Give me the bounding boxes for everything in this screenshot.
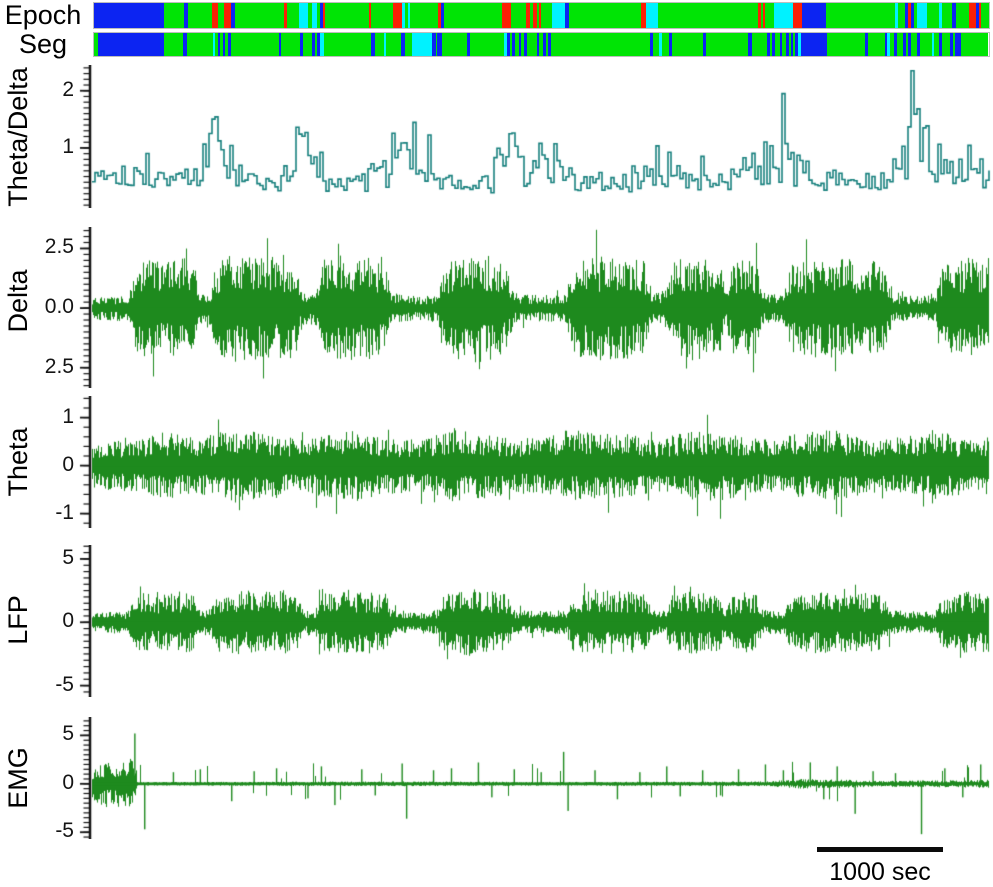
epoch-band-label: Epoch [4, 0, 82, 30]
emg-trace-canvas [78, 717, 993, 839]
band-segment [569, 3, 641, 28]
band-segment [672, 33, 703, 56]
theta-tick-label: -1 [55, 500, 74, 524]
band-segment [510, 3, 526, 28]
band-segment [646, 3, 658, 28]
band-segment [825, 3, 895, 28]
band-segment [163, 3, 185, 28]
tdr-tick-label: 1 [62, 134, 74, 158]
band-segment [867, 33, 885, 56]
band-segment [393, 3, 403, 28]
band-segment [97, 33, 164, 56]
band-segment [541, 3, 553, 28]
band-segment [188, 3, 212, 28]
band-segment [919, 33, 932, 56]
band-segment [961, 33, 989, 56]
tdr-trace-canvas [78, 65, 993, 208]
band-segment [186, 33, 213, 56]
emg-tick-label: 5 [62, 722, 74, 746]
band-segment [299, 3, 309, 28]
tdr-tick-label: 2 [62, 77, 74, 101]
band-segment [981, 3, 989, 28]
band-segment [526, 33, 537, 56]
band-segment [941, 33, 951, 56]
band-segment [411, 33, 432, 56]
band-segment [942, 3, 953, 28]
band-segment [765, 3, 774, 28]
emg-tick-label: -5 [55, 819, 74, 843]
lfp-tick-label: 5 [62, 545, 74, 569]
band-segment [230, 33, 279, 56]
band-segment [404, 33, 412, 56]
band-segment [917, 3, 928, 28]
band-segment [793, 3, 802, 28]
band-segment [323, 33, 371, 56]
band-segment [552, 3, 565, 28]
band-segment [956, 3, 969, 28]
band-segment [773, 3, 794, 28]
band-segment [751, 33, 767, 56]
band-segment [234, 3, 284, 28]
time-scalebar [817, 847, 943, 852]
band-segment [281, 33, 301, 56]
band-segment [386, 33, 401, 56]
delta-tick-label: 0.0 [44, 295, 74, 319]
time-scalebar-label: 1000 sec [829, 858, 931, 886]
band-segment [469, 33, 505, 56]
band-segment [374, 33, 384, 56]
band-segment [371, 3, 394, 28]
seg-hypnogram-band [93, 32, 990, 57]
delta-tick-label: 2.5 [44, 235, 74, 259]
theta-tick-label: 0 [62, 452, 74, 476]
delta-trace-canvas [78, 227, 993, 388]
band-segment [441, 33, 468, 56]
band-segment [826, 33, 865, 56]
theta-trace-canvas [78, 396, 993, 528]
band-segment [800, 33, 827, 56]
sleep-scoring-figure: Epoch Seg Theta/Delta Delta Theta LFP EM… [0, 0, 993, 887]
band-segment [657, 3, 759, 28]
band-segment [325, 3, 369, 28]
band-segment [551, 33, 650, 56]
band-segment [968, 3, 976, 28]
theta-tick-label: 1 [62, 404, 74, 428]
emg-tick-label: 0 [62, 770, 74, 794]
band-segment [94, 3, 164, 28]
lfp-tick-label: -5 [55, 672, 74, 696]
band-segment [927, 3, 939, 28]
lfp-trace-canvas [78, 545, 993, 697]
band-segment [706, 33, 748, 56]
band-segment [410, 3, 439, 28]
band-segment [286, 3, 300, 28]
band-segment [501, 3, 511, 28]
epoch-hypnogram-band [93, 2, 990, 29]
band-segment [224, 3, 232, 28]
lfp-tick-label: 0 [62, 609, 74, 633]
band-segment [443, 3, 502, 28]
band-segment [801, 3, 826, 28]
band-segment [302, 33, 312, 56]
delta-tick-label: 2.5 [44, 354, 74, 378]
band-segment [163, 33, 184, 56]
